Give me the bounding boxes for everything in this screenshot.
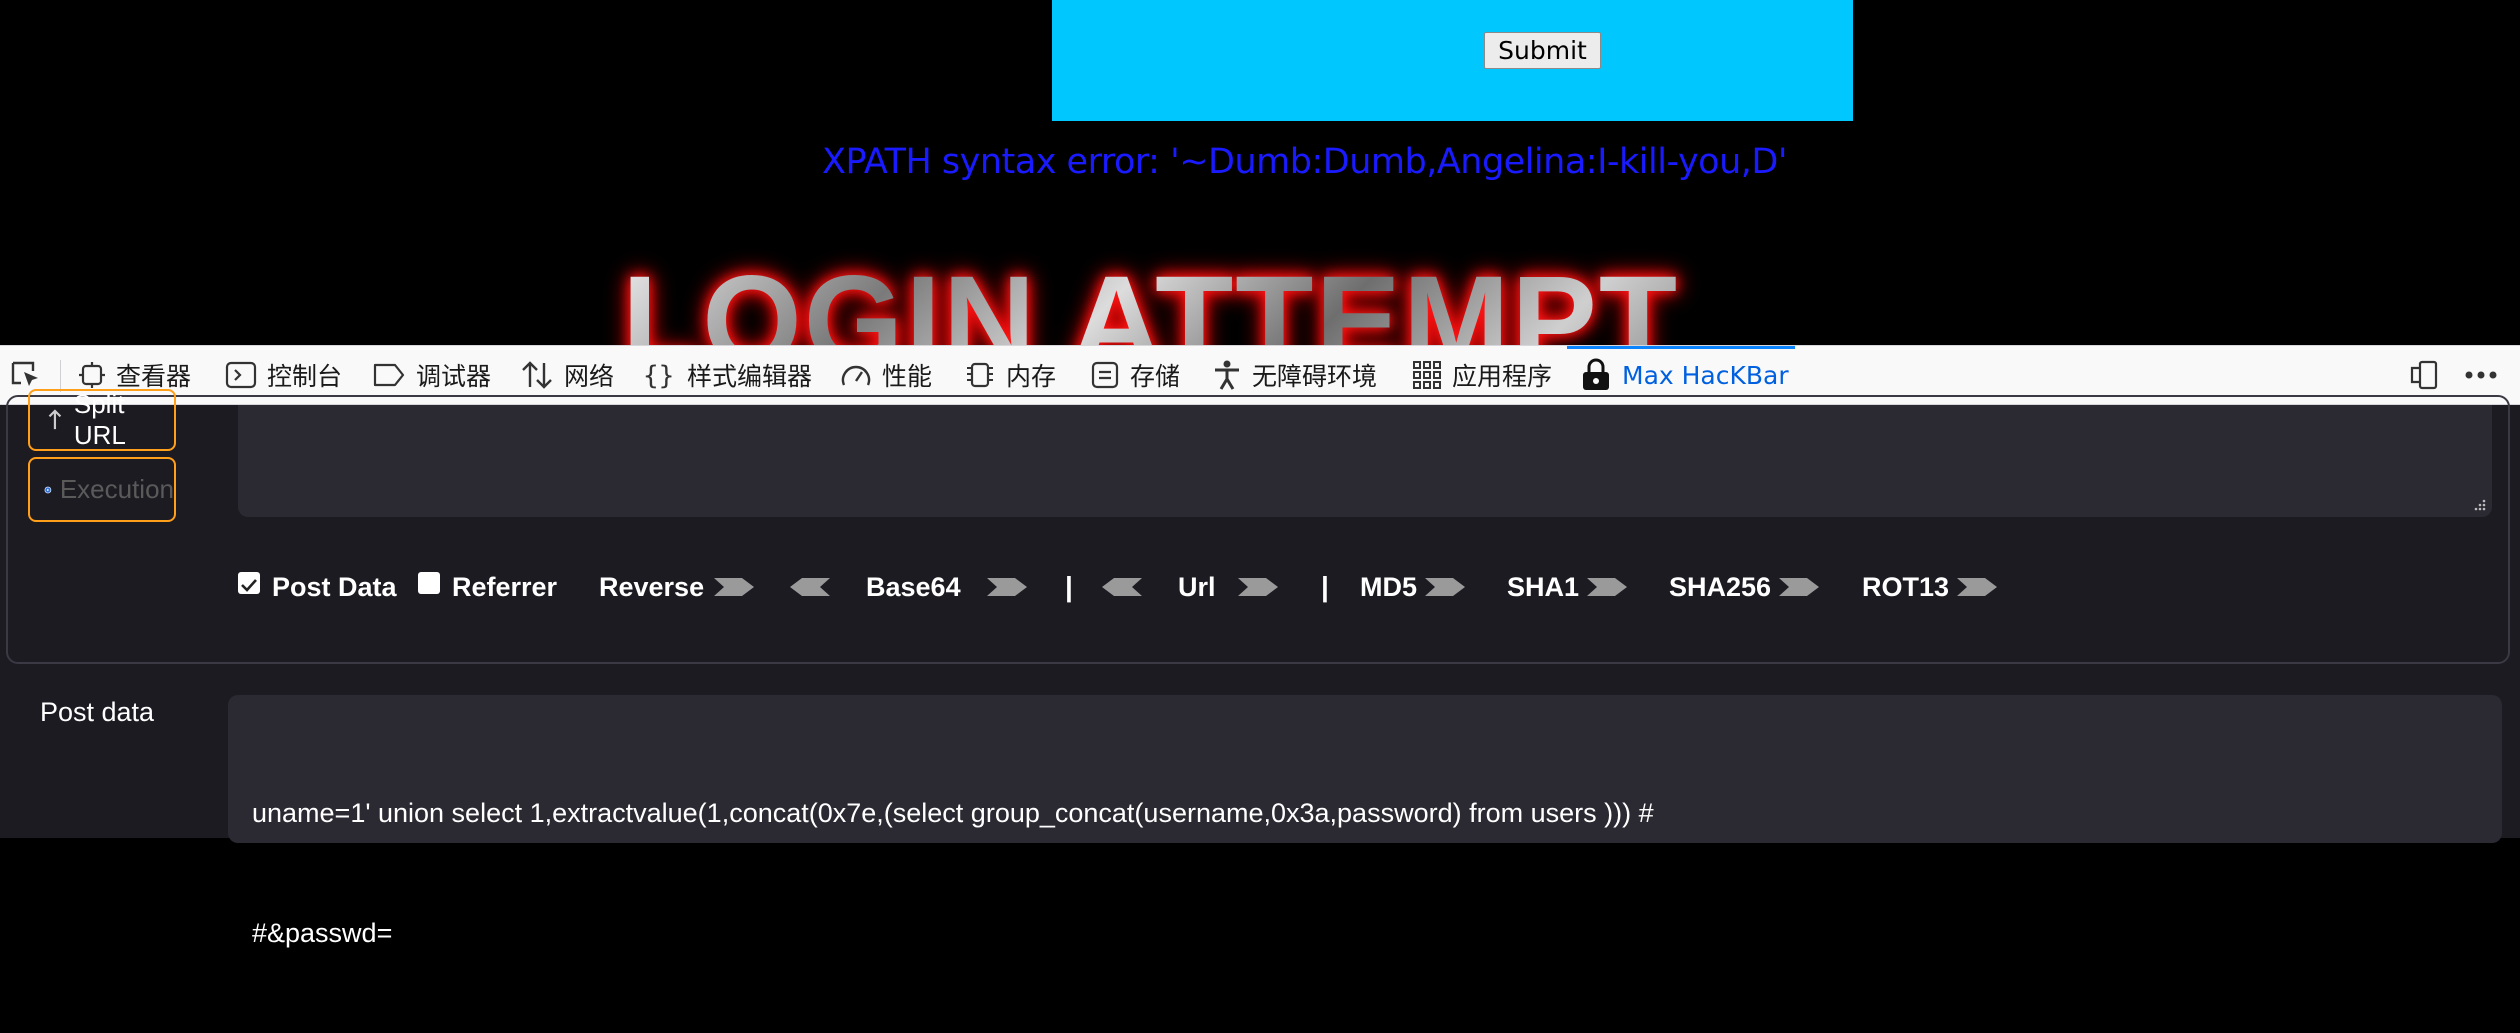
tab-label: 控制台 xyxy=(267,362,343,391)
separator: | xyxy=(1321,571,1329,602)
tab-label: 网络 xyxy=(564,362,615,391)
post-data-textarea[interactable]: uname=1' union select 1,extractvalue(1,c… xyxy=(228,695,2502,948)
post-data-label: Post data xyxy=(40,697,155,727)
rot13-label: ROT13 xyxy=(1862,571,1950,602)
tab-label: 内存 xyxy=(1006,362,1057,391)
style-editor-icon: {} xyxy=(643,361,674,390)
chevron-right-icon xyxy=(1237,578,1278,596)
xpath-error-message: XPATH syntax error: '~Dumb:Dumb,Angelina… xyxy=(822,142,1787,182)
more-icon xyxy=(2465,371,2497,379)
tab-label: 调试器 xyxy=(416,362,492,391)
web-page: Submit XPATH syntax error: '~Dumb:Dumb,A… xyxy=(0,0,2520,345)
chevron-left-icon xyxy=(790,578,830,596)
url-label: Url xyxy=(1178,571,1216,602)
referrer-checkbox[interactable] xyxy=(418,572,440,594)
console-icon xyxy=(225,361,257,389)
chevron-right-icon xyxy=(1425,578,1466,596)
network-icon xyxy=(522,361,552,389)
reverse-button[interactable]: Reverse xyxy=(599,562,756,612)
rot13-button[interactable]: ROT13 xyxy=(1862,562,1999,612)
split-url-button[interactable]: Split URL xyxy=(28,389,176,451)
submit-button[interactable]: Submit xyxy=(1484,32,1601,69)
element-picker-icon xyxy=(11,361,38,386)
login-attempt-banner: LOGIN ATTEMPT xyxy=(622,258,1679,346)
tab-label: 查看器 xyxy=(116,362,192,391)
sha256-label: SHA256 xyxy=(1669,571,1772,602)
sha1-label: SHA1 xyxy=(1507,571,1580,602)
reverse-label: Reverse xyxy=(599,571,705,602)
url-encode-left[interactable] xyxy=(1100,562,1144,612)
execution-button[interactable]: Execution xyxy=(28,457,176,522)
chevron-right-icon xyxy=(986,578,1027,596)
execution-label: Execution xyxy=(59,474,174,504)
chevron-right-icon xyxy=(1957,578,1998,596)
application-icon xyxy=(1413,361,1441,389)
post-data-toggle[interactable]: Post Data xyxy=(238,562,397,612)
md5-label: MD5 xyxy=(1360,571,1418,602)
resize-grip-icon[interactable] xyxy=(2472,497,2486,511)
accessibility-icon xyxy=(1215,360,1239,390)
base64-button[interactable]: Base64 xyxy=(866,562,1029,612)
tab-label: 应用程序 xyxy=(1452,362,1553,391)
base64-label: Base64 xyxy=(866,571,961,602)
hackbar-panel: Split URL Execution Post Data Referrer R… xyxy=(0,389,2520,948)
debugger-icon xyxy=(373,363,405,387)
sha1-button[interactable]: SHA1 xyxy=(1507,562,1629,612)
tab-label: 样式编辑器 xyxy=(687,362,813,391)
tab-label: 存储 xyxy=(1130,362,1181,391)
referrer-toggle[interactable]: Referrer xyxy=(418,562,557,612)
sha256-button[interactable]: SHA256 xyxy=(1669,562,1821,612)
referrer-option-label: Referrer xyxy=(452,571,558,602)
chevron-right-icon xyxy=(1587,578,1628,596)
md5-button[interactable]: MD5 xyxy=(1360,562,1467,612)
performance-icon xyxy=(841,365,871,386)
tab-label: 性能 xyxy=(882,362,933,391)
checkmark-icon xyxy=(241,579,257,592)
svg-text:{}: {} xyxy=(643,361,674,390)
memory-icon xyxy=(967,362,993,388)
storage-icon xyxy=(1091,361,1119,389)
hackbar-lock-icon xyxy=(1583,358,1609,390)
chevron-right-icon xyxy=(714,578,755,596)
chevron-left-icon xyxy=(1102,578,1142,596)
post-data-line: #&passwd= xyxy=(252,918,393,948)
post-data-option-label: Post Data xyxy=(272,571,397,602)
post-data-checkbox[interactable] xyxy=(238,572,260,594)
login-form-panel xyxy=(1052,0,1853,121)
url-textarea[interactable] xyxy=(238,405,2492,517)
toolbar-separator xyxy=(60,360,61,392)
inspector-icon xyxy=(79,362,105,388)
separator: | xyxy=(1065,571,1073,602)
play-icon xyxy=(44,486,52,493)
tab-label: Max HacKBar xyxy=(1622,360,1789,390)
tab-label: 无障碍环境 xyxy=(1252,362,1378,391)
post-data-line: uname=1' union select 1,extractvalue(1,c… xyxy=(252,798,1654,828)
split-url-label: Split URL xyxy=(73,389,126,450)
responsive-design-icon xyxy=(2410,360,2438,390)
base64-encode-left[interactable] xyxy=(788,562,832,612)
chevron-right-icon xyxy=(1779,578,1820,596)
url-button[interactable]: Url xyxy=(1178,562,1280,612)
split-icon xyxy=(48,409,62,430)
